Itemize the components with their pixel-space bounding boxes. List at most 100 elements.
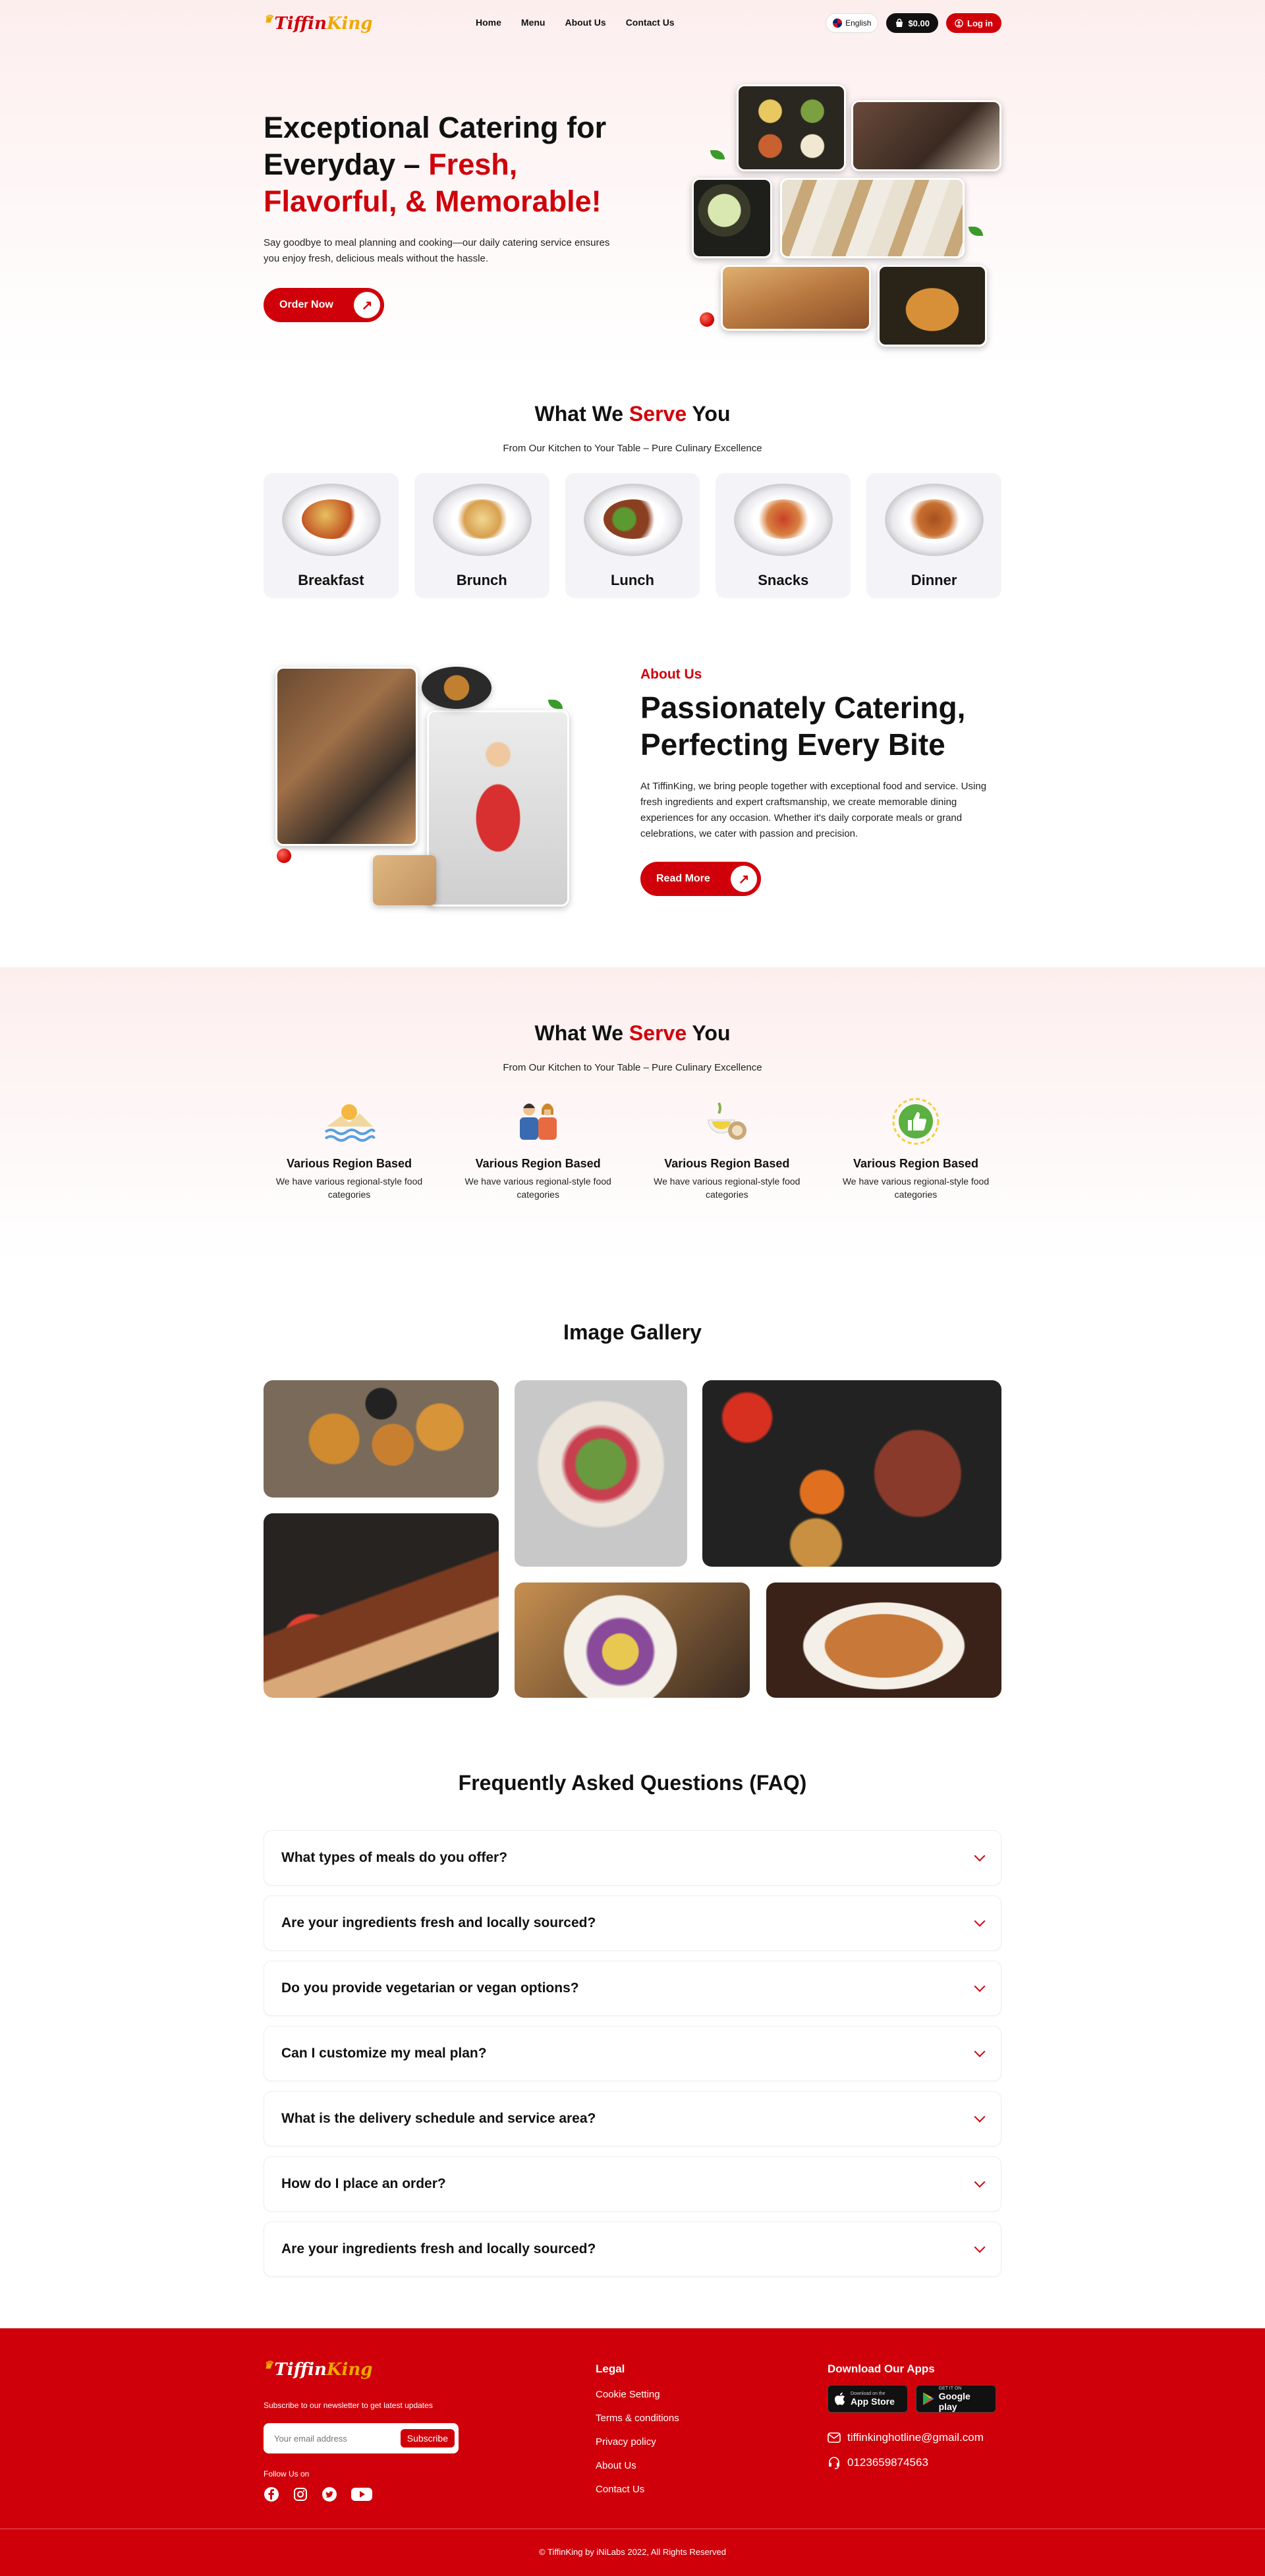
arrow-up-right-icon: ↗ (731, 866, 757, 892)
google-play-button[interactable]: GET IT ON Google play (916, 2385, 996, 2413)
newsletter-text: Subscribe to our newsletter to get lates… (264, 2401, 433, 2410)
feature-title: Various Region Based (664, 1157, 790, 1170)
link-about-us[interactable]: About Us (596, 2460, 679, 2484)
footer-email[interactable]: tiffinkinghotline@gmail.com (828, 2431, 984, 2444)
link-privacy-policy[interactable]: Privacy policy (596, 2436, 679, 2460)
faq-question: What is the delivery schedule and servic… (281, 2111, 596, 2126)
legal-title: Legal (596, 2363, 625, 2375)
chevron-down-icon (974, 1850, 986, 1862)
category-card-lunch[interactable]: Lunch (565, 473, 700, 598)
chevron-down-icon (974, 2176, 986, 2188)
lunch-food-image (603, 499, 663, 539)
features-title-text: What We (534, 1021, 629, 1045)
order-now-button[interactable]: Order Now ↗ (264, 288, 384, 322)
crown-icon: ♛ (264, 12, 273, 25)
headset-icon (829, 2457, 839, 2469)
link-contact-us[interactable]: Contact Us (596, 2484, 679, 2507)
serve-section-subtitle: From Our Kitchen to Your Table – Pure Cu… (503, 443, 762, 454)
nav-contact-us[interactable]: Contact Us (626, 17, 675, 28)
hero-photo-catering-trays (780, 178, 965, 258)
category-card-snacks[interactable]: Snacks (716, 473, 851, 598)
feature-description: We have various regional-style food cate… (464, 1176, 611, 1200)
brunch-food-image (452, 499, 512, 539)
site-header: ♛ Tiffin King Home Menu About Us Contact… (264, 12, 1001, 36)
feature-title: Various Region Based (853, 1157, 978, 1170)
hero-photo-table-serving (851, 100, 1001, 171)
category-label: Dinner (911, 572, 957, 588)
faq-title: Frequently Asked Questions (FAQ) (458, 1771, 807, 1795)
faq-question: Can I customize my meal plan? (281, 2046, 487, 2061)
app-store-button[interactable]: Download on the App Store (828, 2385, 908, 2413)
faq-item[interactable]: Do you provide vegetarian or vegan optio… (264, 1961, 1001, 2016)
feature-item: Various Region Based We have various reg… (641, 1094, 812, 1201)
faq-item[interactable]: What is the delivery schedule and servic… (264, 2091, 1001, 2146)
thumbs-up-icon (888, 1094, 943, 1149)
instagram-icon[interactable] (293, 2486, 308, 2502)
site-footer: ♛ Tiffin King Subscribe to our newslette… (0, 2328, 1265, 2576)
features-title-suffix: You (687, 1021, 731, 1045)
faq-item[interactable]: Are your ingredients fresh and locally s… (264, 1895, 1001, 1951)
category-card-breakfast[interactable]: Breakfast (264, 473, 399, 598)
tomato-decoration (700, 312, 714, 327)
gallery-image-fries-steak[interactable] (766, 1582, 1001, 1698)
footer-logo[interactable]: ♛ Tiffin King (264, 2358, 372, 2380)
cart-button[interactable]: $0.00 (886, 13, 938, 33)
about-photo-takeaway-box (373, 855, 436, 905)
legal-links: Cookie Setting Terms & conditions Privac… (596, 2389, 679, 2507)
main-nav: Home Menu About Us Contact Us (476, 17, 675, 28)
gallery-image-bowl[interactable] (515, 1582, 750, 1698)
category-label: Lunch (610, 572, 654, 588)
serve-title-highlight: Serve (629, 402, 687, 426)
leaf-decoration (548, 700, 563, 709)
landscape-icon (322, 1094, 377, 1149)
serve-section-title: What We Serve You (0, 402, 1265, 426)
footer-phone[interactable]: 0123659874563 (828, 2456, 928, 2469)
app-store-label: App Store (851, 2395, 895, 2407)
chevron-down-icon (974, 2111, 986, 2123)
gallery-image-steak-plate[interactable] (702, 1380, 1001, 1567)
newsletter-form: Subscribe (264, 2423, 459, 2453)
gallery-image-ribs[interactable] (264, 1513, 499, 1698)
feature-description: We have various regional-style food cate… (842, 1176, 990, 1200)
feature-description: We have various regional-style food cate… (654, 1176, 801, 1200)
facebook-icon[interactable] (264, 2486, 279, 2502)
apple-icon (835, 2392, 845, 2405)
language-selector[interactable]: English (826, 13, 879, 33)
order-now-label: Order Now (279, 299, 333, 310)
read-more-button[interactable]: Read More ↗ (640, 862, 761, 896)
subscribe-button[interactable]: Subscribe (400, 2429, 455, 2448)
team-icon (511, 1094, 566, 1149)
twitter-icon[interactable] (322, 2486, 337, 2502)
gallery-image-onion-rings[interactable] (264, 1380, 499, 1498)
category-card-dinner[interactable]: Dinner (866, 473, 1001, 598)
chevron-down-icon (974, 2046, 986, 2058)
nav-menu[interactable]: Menu (521, 17, 546, 28)
cart-total: $0.00 (908, 18, 930, 28)
category-card-brunch[interactable]: Brunch (414, 473, 549, 598)
serve-title-text: What We (534, 402, 629, 426)
newsletter-email-input[interactable] (274, 2433, 401, 2444)
feature-description: We have various regional-style food cate… (275, 1176, 423, 1200)
link-cookie-setting[interactable]: Cookie Setting (596, 2389, 679, 2413)
arrow-up-right-icon: ↗ (354, 292, 380, 318)
faq-item[interactable]: Are your ingredients fresh and locally s… (264, 2222, 1001, 2277)
faq-item[interactable]: Can I customize my meal plan? (264, 2026, 1001, 2081)
logo[interactable]: ♛ Tiffin King (264, 12, 372, 34)
nav-home[interactable]: Home (476, 17, 501, 28)
hero-title: Exceptional Catering for Everyday – Fres… (264, 109, 632, 220)
faq-item[interactable]: How do I place an order? (264, 2156, 1001, 2212)
link-terms[interactable]: Terms & conditions (596, 2413, 679, 2436)
faq-item[interactable]: What types of meals do you offer? (264, 1830, 1001, 1886)
app-store-small-text: Download on the (851, 2391, 886, 2396)
feature-item: Various Region Based We have various reg… (264, 1094, 435, 1201)
serve-categories: Breakfast Brunch Lunch Snacks Dinner (264, 473, 1001, 598)
gallery-image-salad[interactable] (515, 1380, 687, 1567)
category-label: Brunch (456, 572, 507, 588)
crown-icon: ♛ (264, 2358, 273, 2371)
logo-text-part1: Tiffin (274, 2360, 327, 2380)
youtube-icon[interactable] (351, 2486, 373, 2502)
read-more-label: Read More (656, 873, 710, 884)
about-photo-dish-bowl (422, 667, 492, 709)
login-button[interactable]: Log in (946, 13, 1001, 33)
nav-about-us[interactable]: About Us (565, 17, 605, 28)
